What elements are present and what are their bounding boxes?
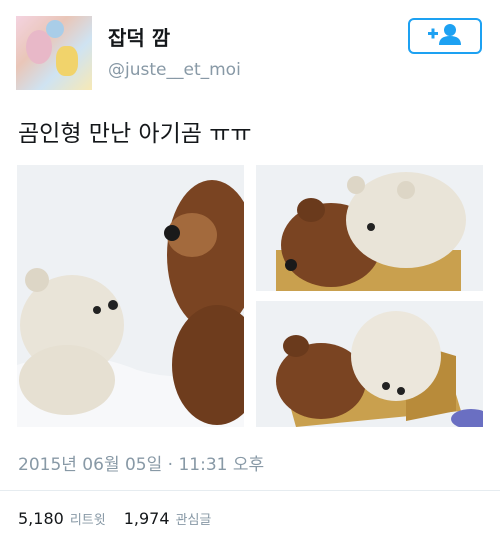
divider xyxy=(0,490,500,491)
tweet-text: 곰인형 만난 아기곰 ㅠㅠ xyxy=(18,121,252,147)
tweet-photo-2[interactable] xyxy=(256,165,483,291)
user-handle[interactable]: @juste__et_moi xyxy=(108,60,241,80)
like-label[interactable]: 관심글 xyxy=(176,509,212,528)
tweet-timestamp[interactable]: 2015년 06월 05일 · 11:31 오후 xyxy=(18,450,264,475)
add-user-icon xyxy=(426,22,464,50)
tweet-stats: 5,180 리트윗 1,974 관심글 xyxy=(18,509,229,528)
tweet-photo-1[interactable] xyxy=(17,165,244,427)
follow-button[interactable] xyxy=(408,18,482,54)
retweet-count[interactable]: 5,180 xyxy=(18,509,64,528)
tweet-photo-3[interactable] xyxy=(256,301,483,427)
retweet-label[interactable]: 리트윗 xyxy=(70,509,106,528)
display-name[interactable]: 잡덕 깜 xyxy=(108,22,170,51)
like-count[interactable]: 1,974 xyxy=(124,509,170,528)
profile-avatar[interactable] xyxy=(16,16,92,90)
